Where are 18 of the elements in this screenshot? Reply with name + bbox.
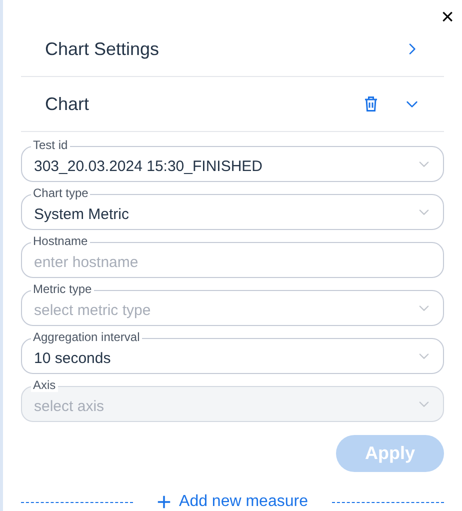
field-placeholder: select axis [34, 396, 106, 417]
close-button[interactable]: × [441, 8, 454, 22]
field-label: Chart type [31, 186, 90, 200]
field-label: Metric type [31, 282, 94, 296]
field-label: Hostname [31, 234, 90, 248]
plus-icon [157, 495, 172, 509]
field-value: 303_20.03.2024 15:30_FINISHED [34, 156, 264, 177]
field-placeholder: select metric type [34, 300, 152, 321]
field-placeholder: enter hostname [34, 252, 140, 273]
section-title: Chart [45, 92, 90, 116]
field-value: 10 seconds [34, 348, 112, 369]
field-label: Axis [31, 378, 58, 392]
field-label: Aggregation interval [31, 330, 142, 344]
add-measure-button[interactable]: Add new measure [157, 490, 308, 511]
section-title: Chart Settings [45, 38, 160, 61]
trash-icon[interactable] [362, 95, 380, 113]
field-label: Test id [31, 138, 70, 152]
field-value: System Metric [34, 204, 130, 225]
